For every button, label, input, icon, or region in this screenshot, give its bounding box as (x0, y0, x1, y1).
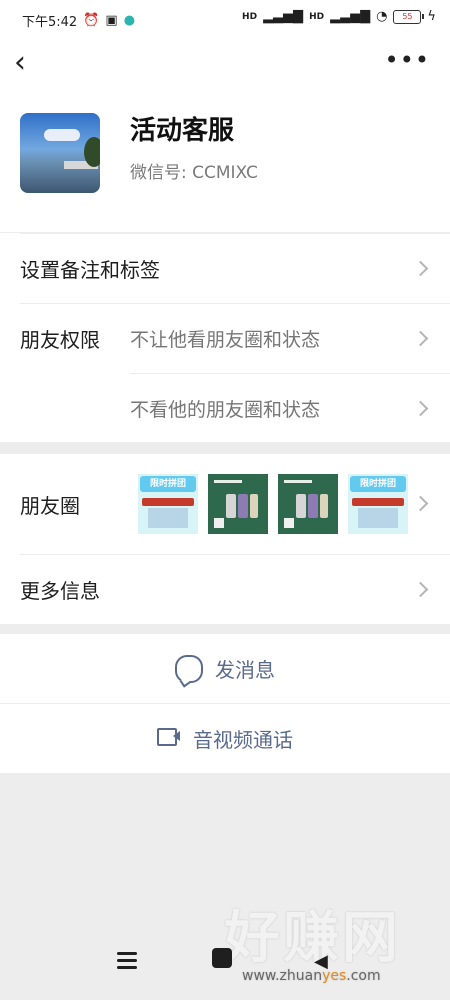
thumb-title: 限时拼团 (140, 476, 196, 492)
signal-label-1: HD (242, 11, 258, 22)
status-left: 下午5:42 ⏰ ▣ ● (22, 11, 135, 30)
top-bar: ‹ ••• (0, 40, 450, 90)
profile-header: 活动客服 微信号: CCMIXC (0, 90, 450, 232)
thumb-band (142, 498, 194, 506)
wifi-icon: ◔ (376, 9, 388, 24)
phone-icon (320, 494, 328, 518)
qr-icon (284, 518, 294, 528)
video-call-label: 音视频通话 (193, 728, 293, 752)
status-right: HD ▂▃▅▇ HD ▂▃▅▇ ◔ 55 ϟ (242, 9, 436, 24)
thumb-title: 限时拼团 (350, 476, 406, 492)
more-info-row[interactable]: 更多信息 (20, 555, 430, 624)
permission-row-1[interactable]: 朋友权限 不让他看朋友圈和状态 (20, 304, 430, 373)
permission-value-1: 不让他看朋友圈和状态 (130, 329, 321, 351)
moments-thumbnails: 限时拼团 限时拼团 (138, 474, 408, 534)
avatar-cloud (44, 129, 80, 141)
moments-row[interactable]: 朋友圈 限时拼团 限时拼团 (20, 454, 430, 554)
chevron-right-icon (412, 330, 429, 346)
signal-icon-2: ▂▃▅▇ (330, 9, 371, 24)
chevron-right-icon (412, 400, 429, 416)
permission-value-2: 不看他的朋友圈和状态 (130, 399, 321, 421)
moments-thumb (278, 474, 338, 534)
actions-card: 发消息 音视频通话 (0, 634, 450, 773)
chat-bubble-icon (175, 654, 203, 683)
settings-card: 设置备注和标签 朋友权限 不让他看朋友圈和状态 不看他的朋友圈和状态 (0, 233, 450, 442)
chevron-right-icon (412, 581, 429, 597)
more-info-label: 更多信息 (20, 579, 100, 603)
thumb-text-bar (214, 480, 242, 483)
phone-icon (308, 494, 318, 518)
thumb-photo (148, 508, 188, 528)
permission-row-2[interactable]: 不看他的朋友圈和状态 (20, 374, 430, 443)
wechat-id: 微信号: CCMIXC (130, 163, 258, 183)
battery-level: 55 (402, 12, 413, 21)
signal-label-2: HD (309, 11, 325, 22)
recent-apps-button[interactable] (117, 952, 137, 970)
qr-icon (214, 518, 224, 528)
system-nav-bar: ◀ (0, 930, 450, 1000)
phone-icon (226, 494, 236, 518)
video-camera-lens (173, 730, 180, 741)
moments-thumb (208, 474, 268, 534)
avatar-tree (84, 137, 100, 167)
thumb-photo (358, 508, 398, 528)
moments-card: 朋友圈 限时拼团 限时拼团 更多信息 (0, 454, 450, 624)
moments-label: 朋友圈 (20, 493, 80, 518)
home-button[interactable] (212, 948, 232, 968)
thumb-band (352, 498, 404, 506)
phone-icon (250, 494, 258, 518)
chevron-right-icon (412, 260, 429, 276)
remark-label: 设置备注和标签 (20, 258, 160, 282)
permission-label: 朋友权限 (20, 328, 100, 352)
system-back-button[interactable]: ◀ (314, 951, 328, 972)
chevron-right-icon (412, 495, 429, 512)
video-camera-icon (157, 727, 181, 751)
phone-icon (296, 494, 306, 518)
signal-icon-1: ▂▃▅▇ (263, 9, 304, 24)
thumb-text-bar (284, 480, 312, 483)
contact-name: 活动客服 (130, 116, 235, 146)
notification-dot-icon: ● (123, 13, 136, 28)
video-call-button[interactable]: 音视频通话 (0, 704, 450, 773)
status-time: 下午5:42 (22, 15, 78, 30)
back-button[interactable]: ‹ (14, 48, 44, 78)
avatar[interactable] (20, 113, 100, 193)
nfc-icon: ▣ (105, 13, 118, 28)
moments-thumb: 限时拼团 (348, 474, 408, 534)
send-message-label: 发消息 (215, 658, 275, 682)
more-button[interactable]: ••• (385, 46, 430, 74)
remark-row[interactable]: 设置备注和标签 (20, 234, 430, 303)
phone-icon (238, 494, 248, 518)
moments-thumb: 限时拼团 (138, 474, 198, 534)
battery-icon: 55 (393, 9, 425, 24)
alarm-icon: ⏰ (83, 13, 100, 28)
status-bar: 下午5:42 ⏰ ▣ ● HD ▂▃▅▇ HD ▂▃▅▇ ◔ 55 ϟ (0, 0, 450, 40)
charging-icon: ϟ (427, 9, 436, 24)
send-message-button[interactable]: 发消息 (0, 634, 450, 703)
